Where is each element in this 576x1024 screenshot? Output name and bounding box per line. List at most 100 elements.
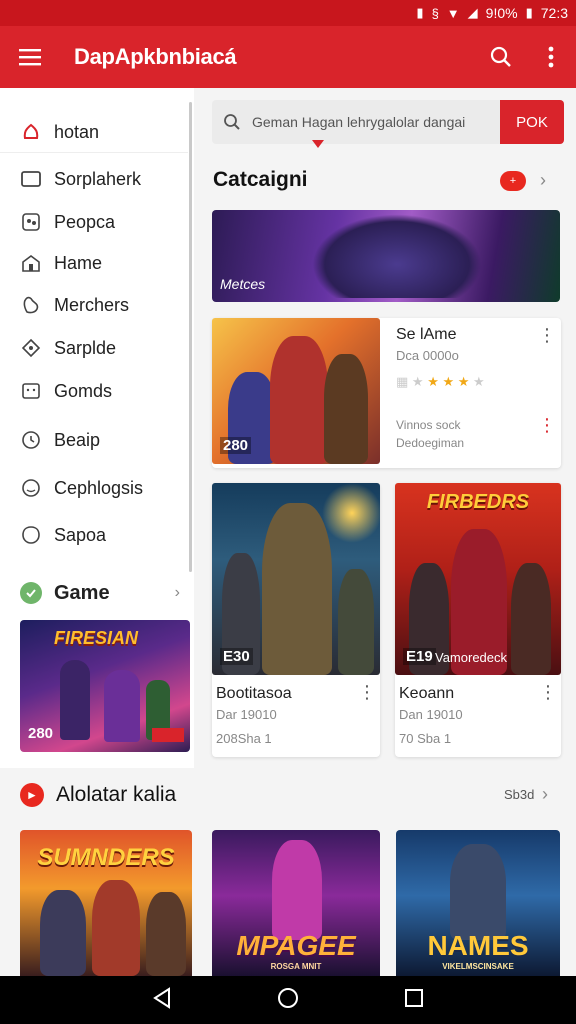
- drawer-item-label: hotan: [54, 122, 100, 142]
- character-figure: [92, 880, 140, 976]
- back-icon: [153, 986, 171, 1009]
- face-icon: [20, 477, 42, 499]
- chat-icon: [20, 380, 42, 402]
- menu-button[interactable]: [0, 26, 60, 88]
- tile-subtitle: ROSGA MNIT: [270, 962, 322, 971]
- app-title: DapApkbnbiacá: [74, 44, 237, 69]
- drawer-item-label: Sarplde: [54, 337, 117, 358]
- drawer-item-label: Cephlogsis: [54, 477, 144, 498]
- game-artwork: E30: [212, 483, 380, 675]
- category-banner[interactable]: Metces: [212, 210, 560, 302]
- drawer-item-sample[interactable]: Sarplde: [0, 328, 188, 368]
- drawer-section-game[interactable]: Game ›: [20, 580, 180, 606]
- drawer-item-home[interactable]: hotan: [0, 113, 188, 153]
- search-button[interactable]: [476, 26, 526, 88]
- drawer-item-bubble[interactable]: Sapoa: [0, 515, 188, 555]
- overflow-menu-button[interactable]: [526, 26, 576, 88]
- more-vert-icon[interactable]: ⋮: [538, 416, 556, 434]
- chevron-right-icon[interactable]: ›: [540, 170, 546, 191]
- drawer-item-label: Gomds: [54, 380, 113, 401]
- drawer-item-label: Peopca: [54, 211, 116, 232]
- recents-button[interactable]: [404, 988, 424, 1013]
- system-nav-bar: [0, 976, 576, 1024]
- featured-artwork: 280: [212, 318, 380, 464]
- search-placeholder: Geman Hagan lehrygalolar dangai: [252, 114, 466, 130]
- character-figure: [511, 563, 551, 675]
- home-icon: [20, 122, 42, 144]
- star-icon: ★: [411, 374, 424, 389]
- thumb-chip: [152, 728, 184, 742]
- home-button[interactable]: [277, 987, 299, 1014]
- card-title: Bootitasoa: [216, 685, 292, 702]
- card-number: E30: [220, 648, 253, 665]
- game-card[interactable]: E30 Bootitasoa Dar 19010 208Sha 1 ⋮: [212, 483, 380, 757]
- tile-logo: NAMES: [427, 930, 529, 961]
- back-button[interactable]: [152, 986, 172, 1014]
- app-bar: DapApkbnbiacá: [0, 26, 576, 88]
- drawer-item-house[interactable]: Hame: [0, 243, 188, 283]
- character-figure: [270, 336, 328, 464]
- character-figure: [146, 892, 186, 976]
- drawer-item-label: Sorplaherk: [54, 168, 142, 189]
- chevron-right-icon[interactable]: ›: [542, 784, 548, 805]
- chevron-right-icon: ›: [174, 584, 180, 601]
- drawer-scrollbar[interactable]: [189, 102, 192, 572]
- battery-percent: 9!0%: [485, 5, 518, 21]
- character-figure: [262, 503, 332, 675]
- game-card[interactable]: FIRBEDRS E19 Vamoredeck Keoann Dan 19010…: [395, 483, 561, 757]
- drawer-item-clock[interactable]: Beaip: [0, 420, 188, 460]
- card-subtitle: Dan 19010: [399, 707, 463, 722]
- category-badge[interactable]: +: [500, 171, 526, 191]
- section-more-link[interactable]: Sb3d: [504, 787, 534, 802]
- drawer-item-label: Merchers: [54, 294, 130, 315]
- signal-icon: ◢: [467, 5, 478, 20]
- game-artwork: FIRBEDRS E19 Vamoredeck: [395, 483, 561, 675]
- star-icon: ★: [427, 374, 439, 389]
- card-number: E19: [403, 648, 436, 665]
- star-icon: ★: [442, 374, 455, 389]
- drawer-item-merchants[interactable]: Merchers: [0, 285, 188, 325]
- search-submit-button[interactable]: POK: [500, 100, 564, 144]
- card-caption: Vamoredeck: [435, 650, 508, 665]
- more-vert-icon[interactable]: ⋮: [358, 683, 376, 701]
- character-figure: [40, 890, 86, 976]
- tablet-icon: [20, 168, 42, 190]
- drawer-item-people[interactable]: Peopca: [0, 202, 188, 242]
- tile-logo: SUMNDERS: [37, 844, 175, 871]
- card-subtitle: Dar 19010: [216, 707, 277, 722]
- notification-icon: ▮: [416, 5, 424, 20]
- search-icon: [212, 113, 252, 131]
- game-icon: [20, 582, 42, 604]
- clock-icon: [20, 429, 42, 451]
- card-extra: 70 Sba 1: [399, 731, 452, 746]
- drawer-item-face[interactable]: Cephlogsis: [0, 468, 188, 508]
- featured-card[interactable]: 280 Se lAme Dca 0000o ⋮ ▦ ★ ★ ★ ★ ★ Vinn…: [212, 318, 561, 468]
- clock: 72:3: [540, 5, 568, 21]
- more-vert-icon[interactable]: ⋮: [538, 326, 556, 344]
- banner-art: [312, 214, 482, 298]
- drawer-item-tablet[interactable]: Sorplaherk: [0, 159, 188, 199]
- sample-icon: [20, 337, 42, 359]
- drawer-item-label: Hame: [54, 252, 103, 273]
- search-icon: [490, 46, 511, 67]
- tile-logo: MPAGEE: [236, 930, 356, 961]
- card-extra: 208Sha 1: [216, 731, 272, 746]
- search-field[interactable]: Geman Hagan lehrygalolar dangai: [212, 100, 500, 144]
- bubble-icon: [20, 524, 42, 546]
- drawer-item-label: Sapoa: [54, 524, 107, 545]
- game-tile[interactable]: SUMNDERS: [20, 830, 192, 976]
- character-figure: [450, 844, 506, 940]
- game-tile[interactable]: MPAGEE ROSGA MNIT: [212, 830, 380, 976]
- drawer-section-title: Game: [54, 581, 110, 604]
- drawer-item-chat[interactable]: Gomds: [0, 371, 188, 411]
- status-bar: ▮ § ▼ ◢ 9!0% ▮ 72:3: [0, 0, 576, 26]
- category-title: Catcaigni: [213, 168, 308, 191]
- data-icon: §: [431, 5, 439, 21]
- star-icon: ★: [457, 374, 470, 389]
- glow-effect: [322, 483, 380, 543]
- drawer-game-thumbnail[interactable]: FIRESIAN 280: [20, 620, 190, 752]
- more-vert-icon[interactable]: ⋮: [539, 683, 557, 701]
- character-figure: [104, 670, 140, 742]
- featured-line1: Vinnos sock: [396, 418, 461, 432]
- game-tile[interactable]: NAMES VIKELMSCINSAKE: [396, 830, 560, 976]
